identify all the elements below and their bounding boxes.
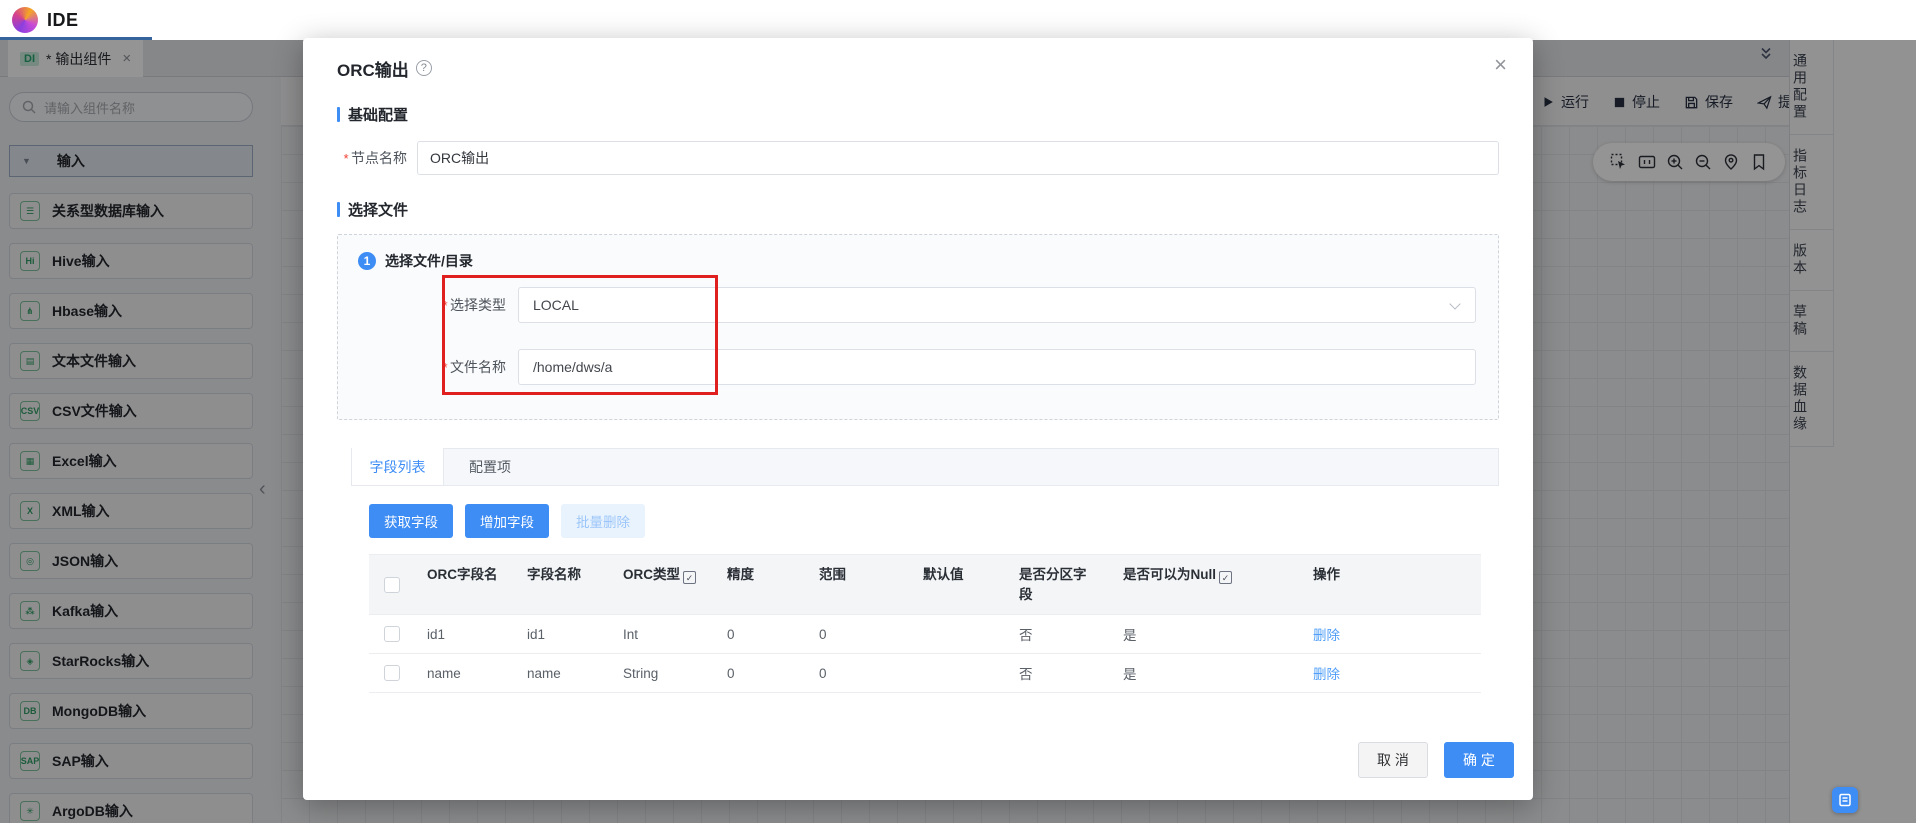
table-row: id1id1Int00否是删除: [369, 615, 1481, 654]
header-checkbox-cell: [369, 555, 415, 614]
table-header-cell: 精度: [715, 555, 807, 614]
node-name-input[interactable]: ORC输出: [417, 141, 1499, 175]
app-title: IDE: [47, 10, 79, 31]
table-header-cell: 范围: [807, 555, 911, 614]
row-checkbox-cell: [369, 654, 415, 692]
delete-row-link[interactable]: 删除: [1313, 663, 1340, 683]
table-header-cell: ORC字段名: [415, 555, 515, 614]
table-cell-field_name: name: [515, 654, 611, 692]
tab-config-items[interactable]: 配置项: [444, 449, 536, 485]
app-logo: [12, 7, 38, 33]
table-cell-orc_type: Int: [611, 615, 715, 653]
table-cell-orc_field: name: [415, 654, 515, 692]
tab-field-list[interactable]: 字段列表: [352, 448, 444, 485]
file-select-panel: 1 选择文件/目录 *选择类型 LOCAL *文件名称 /home/dws/a: [337, 234, 1499, 420]
select-type-dropdown[interactable]: LOCAL: [518, 287, 1476, 323]
clipboard-check-icon[interactable]: ✓: [683, 571, 696, 584]
select-type-label: *选择类型: [358, 295, 506, 315]
confirm-button[interactable]: 确 定: [1444, 742, 1514, 778]
chevron-down-icon: [1449, 298, 1460, 309]
batch-delete-button[interactable]: 批量删除: [561, 504, 645, 538]
app-window: IDE DI * 输出组件 × 请输入组件名称 ▼ 输入 ☰关系型数据库输入Hi…: [0, 0, 1916, 823]
table-row-partial: [369, 693, 1481, 696]
table-header-cell: ORC类型✓: [611, 555, 715, 614]
section-select-file: 选择文件: [337, 199, 1499, 220]
step-header: 1 选择文件/目录: [358, 251, 1476, 271]
section-bar: [337, 107, 340, 122]
active-nav-indicator: [0, 37, 152, 40]
cancel-button[interactable]: 取 消: [1358, 742, 1428, 778]
section-basic-config: 基础配置: [337, 104, 1499, 125]
table-header-cell: 操作: [1301, 555, 1481, 614]
table-cell-default: [911, 615, 1007, 653]
add-field-button[interactable]: 增加字段: [465, 504, 549, 538]
dialog-header: ORC输出 ?: [337, 56, 1499, 80]
file-name-label: *文件名称: [358, 357, 506, 377]
delete-row-link[interactable]: 删除: [1313, 624, 1340, 644]
step-title: 选择文件/目录: [385, 251, 473, 271]
step-number-badge: 1: [358, 252, 376, 270]
section-bar: [337, 202, 340, 217]
file-name-row: *文件名称 /home/dws/a: [358, 349, 1476, 385]
table-cell-nullable: 是: [1111, 654, 1301, 692]
help-icon[interactable]: ?: [416, 60, 432, 76]
table-header-cell: 默认值: [911, 555, 1007, 614]
table-cell-field_name: id1: [515, 615, 611, 653]
table-header-cell: 字段名称: [515, 555, 611, 614]
node-name-label: *节点名称: [337, 148, 407, 168]
table-cell-orc_field: id1: [415, 615, 515, 653]
clipboard-check-icon[interactable]: ✓: [1219, 571, 1232, 584]
dialog-footer: 取 消 确 定: [1358, 742, 1514, 778]
select-all-checkbox[interactable]: [384, 577, 400, 593]
table-cell-range: 0: [807, 654, 911, 692]
table-cell-action: 删除: [1301, 654, 1481, 692]
dialog-title: ORC输出: [337, 56, 409, 81]
table-header-row: ORC字段名字段名称ORC类型✓精度范围默认值是否分区字段是否可以为Null✓操…: [369, 555, 1481, 615]
fields-tabbar: 字段列表 配置项: [351, 448, 1499, 486]
topbar: IDE: [0, 0, 1916, 40]
table-header-cell: 是否分区字段: [1007, 555, 1111, 614]
table-cell-partition: 否: [1007, 615, 1111, 653]
table-row: namenameString00否是删除: [369, 654, 1481, 693]
field-list-panel: 获取字段 增加字段 批量删除 ORC字段名字段名称ORC类型✓精度范围默认值是否…: [351, 486, 1499, 696]
table-cell-action: 删除: [1301, 615, 1481, 653]
row-checkbox[interactable]: [384, 665, 400, 681]
table-actions: 获取字段 增加字段 批量删除: [369, 504, 1481, 538]
fetch-fields-button[interactable]: 获取字段: [369, 504, 453, 538]
table-cell-partition: 否: [1007, 654, 1111, 692]
row-checkbox-cell: [369, 615, 415, 653]
close-icon[interactable]: ×: [1494, 54, 1507, 76]
assistant-fab-icon[interactable]: [1832, 787, 1858, 813]
fields-table: ORC字段名字段名称ORC类型✓精度范围默认值是否分区字段是否可以为Null✓操…: [369, 554, 1481, 696]
row-checkbox[interactable]: [384, 626, 400, 642]
table-cell-precision: 0: [715, 615, 807, 653]
table-cell-nullable: 是: [1111, 615, 1301, 653]
table-cell-range: 0: [807, 615, 911, 653]
table-cell-default: [911, 654, 1007, 692]
orc-output-dialog: ORC输出 ? × 基础配置 *节点名称 ORC输出 选择文件 1 选择文件/目…: [303, 38, 1533, 800]
node-name-row: *节点名称 ORC输出: [337, 141, 1499, 175]
table-cell-orc_type: String: [611, 654, 715, 692]
table-cell-precision: 0: [715, 654, 807, 692]
file-name-input[interactable]: /home/dws/a: [518, 349, 1476, 385]
fields-tabs-wrap: 字段列表 配置项 获取字段 增加字段 批量删除 ORC字段名字段名称ORC类型✓…: [351, 448, 1499, 696]
table-header-cell: 是否可以为Null✓: [1111, 555, 1301, 614]
table-body: id1id1Int00否是删除namenameString00否是删除: [369, 615, 1481, 693]
select-type-row: *选择类型 LOCAL: [358, 287, 1476, 323]
